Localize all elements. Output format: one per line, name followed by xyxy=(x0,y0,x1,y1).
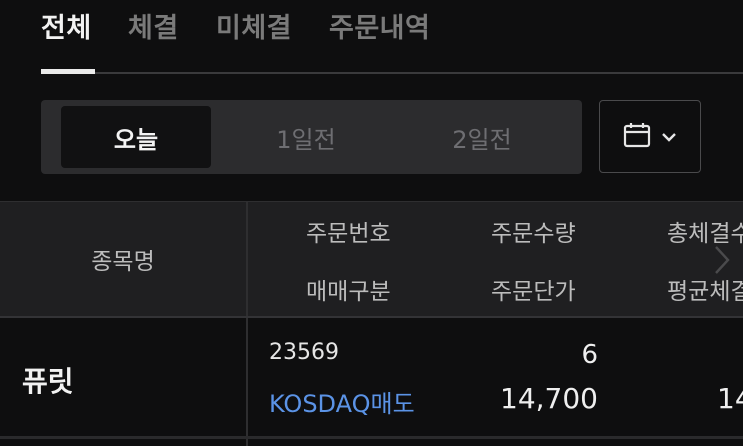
date-option-today[interactable]: 오늘 xyxy=(61,106,211,168)
tab-order-history[interactable]: 주문내역 xyxy=(329,6,430,45)
tab-unfilled[interactable]: 미체결 xyxy=(216,6,292,45)
row-stock-name: 퓨릿 xyxy=(22,365,74,398)
order-tabs: 전체 체결 미체결 주문내역 xyxy=(0,0,743,75)
tab-all[interactable]: 전체 xyxy=(41,6,92,45)
header-divider xyxy=(0,316,743,318)
calendar-picker-button[interactable] xyxy=(599,100,701,173)
column-divider xyxy=(246,202,248,446)
chevron-right-icon[interactable] xyxy=(712,244,732,280)
row-order-price: 14,700 xyxy=(500,382,598,415)
calendar-icon xyxy=(623,122,651,152)
header-total-filled: 총체결수 xyxy=(667,221,743,247)
date-option-1-day-ago[interactable]: 1일전 xyxy=(231,106,381,168)
header-stock-name: 종목명 xyxy=(91,249,155,275)
active-tab-indicator xyxy=(41,69,95,74)
row-order-quantity: 6 xyxy=(581,340,598,370)
row-order-number: 23569 xyxy=(269,340,339,365)
header-order-number: 주문번호 xyxy=(306,221,391,247)
row-average-filled-partial: 14 xyxy=(717,382,743,415)
date-option-2-days-ago[interactable]: 2일전 xyxy=(407,106,557,168)
tab-filled[interactable]: 체결 xyxy=(128,6,179,45)
header-trade-type: 매매구분 xyxy=(306,279,391,305)
row-divider xyxy=(0,436,743,439)
row-trade-type: KOSDAQ매도 xyxy=(269,390,415,418)
date-segmented-control: 오늘 1일전 2일전 xyxy=(41,100,582,174)
header-order-price: 주문단가 xyxy=(491,279,576,305)
chevron-down-icon xyxy=(661,127,677,146)
tabs-divider xyxy=(95,72,743,74)
header-order-quantity: 주문수량 xyxy=(491,221,576,247)
